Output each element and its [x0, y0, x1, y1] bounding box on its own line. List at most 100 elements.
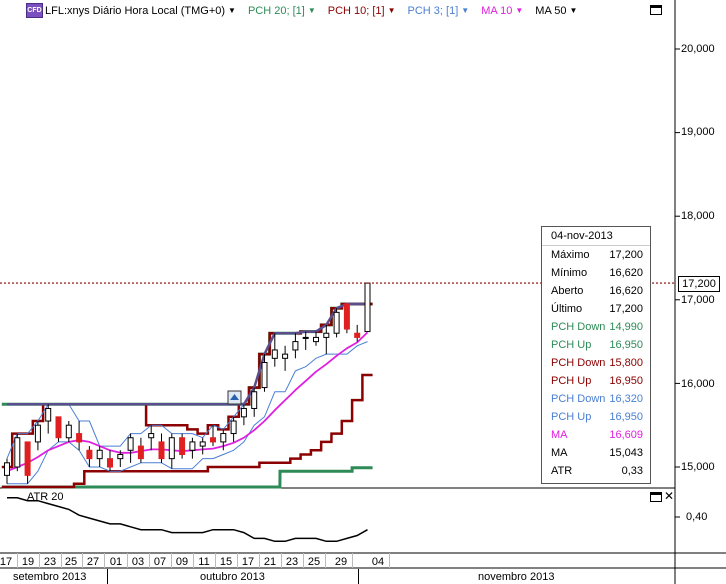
cfd-badge: CFD [26, 3, 43, 18]
candle [65, 424, 72, 439]
price-axis-label: 19,000 [681, 126, 715, 138]
data-window-value: 16,950 [609, 339, 643, 351]
data-window-date-row: 04-nov-2013 [542, 227, 650, 245]
chevron-down-icon: ▼ [307, 6, 316, 15]
day-label: 29 [334, 556, 348, 568]
candle [55, 416, 62, 439]
data-window-value: 0,33 [621, 465, 643, 477]
atr-label[interactable]: ATR 20 [27, 491, 63, 503]
day-label: 25 [64, 556, 78, 568]
data-window-row: PCH Down 15,800 [542, 354, 650, 372]
data-window-value: 16,320 [609, 393, 643, 405]
candle [292, 341, 299, 351]
legend-item-pch20[interactable]: PCH 20; [1] ▼ [248, 5, 316, 17]
data-window-value: 16,950 [609, 375, 643, 387]
candle [220, 433, 227, 443]
day-label: 27 [86, 556, 100, 568]
candle [168, 437, 175, 460]
price-axis-label: 15,000 [681, 461, 715, 473]
day-label: 07 [153, 556, 167, 568]
symbol-title[interactable]: LFL:xnys Diário Hora Local (TMG+0) ▼ [45, 5, 236, 17]
data-window-row: Mínimo 16,620 [542, 264, 650, 282]
legend-item-ma50[interactable]: MA 50 ▼ [535, 5, 577, 17]
candle [45, 407, 52, 422]
month-separator [358, 569, 359, 584]
data-window-value: 14,990 [609, 321, 643, 333]
data-window-value: 17,200 [609, 303, 643, 315]
data-window-row: MA 16,609 [542, 426, 650, 444]
chevron-down-icon: ▼ [569, 6, 578, 15]
maximize-panel-button[interactable] [650, 5, 662, 15]
data-window: 04-nov-2013 Máximo 17,200 Mínimo 16,620 Aber… [541, 226, 651, 484]
day-tick [352, 553, 353, 568]
candle [364, 282, 371, 333]
data-window-key: PCH Down [551, 357, 606, 369]
legend-label: PCH 20; [1] [247, 4, 305, 17]
legend-item-pch3[interactable]: PCH 3; [1] ▼ [408, 5, 470, 17]
data-window-row: PCH Down 16,320 [542, 390, 650, 408]
candle [261, 362, 268, 389]
day-label: 09 [175, 556, 189, 568]
data-window-row: PCH Down 14,990 [542, 318, 650, 336]
data-window-row: Máximo 17,200 [542, 246, 650, 264]
candle [343, 303, 350, 330]
candle [333, 311, 340, 334]
data-window-row: Aberto 16,620 [542, 282, 650, 300]
candle [271, 349, 278, 359]
day-label: 23 [285, 556, 299, 568]
candle [127, 437, 134, 451]
candle [323, 332, 330, 338]
day-label: 23 [43, 556, 57, 568]
month-label: outubro 2013 [200, 571, 265, 583]
price-axis-label: 18,000 [681, 210, 715, 222]
data-window-key: Máximo [551, 249, 590, 261]
legend-label: MA 10 [481, 4, 513, 17]
data-window-value: 16,950 [609, 411, 643, 423]
candle [240, 407, 247, 418]
month-separator [107, 569, 108, 584]
day-label: 17 [241, 556, 255, 568]
day-label: 11 [198, 556, 210, 568]
data-window-key: PCH Up [551, 375, 592, 387]
day-label: 15 [219, 556, 233, 568]
candle [148, 433, 155, 439]
candle [96, 449, 103, 460]
data-window-key: PCH Up [551, 339, 592, 351]
candle [210, 437, 216, 443]
data-window-key: MA [551, 447, 568, 459]
data-window-key: PCH Down [551, 393, 606, 405]
chart-legend: CFD LFL:xnys Diário Hora Local (TMG+0) ▼… [26, 3, 589, 18]
data-window-key: MA [551, 429, 568, 441]
month-label: setembro 2013 [13, 571, 87, 583]
data-window-key: PCH Up [551, 411, 592, 423]
candle [117, 453, 124, 460]
alert-marker[interactable] [227, 390, 242, 405]
data-window-value: 17,200 [609, 249, 643, 261]
day-tick [389, 553, 390, 568]
data-window-value: 16,609 [609, 429, 643, 441]
data-window-row: ATR 0,33 [542, 462, 650, 480]
candle [86, 449, 93, 460]
close-atr-panel-button[interactable]: ✕ [664, 490, 674, 502]
data-window-key: PCH Down [551, 321, 606, 333]
legend-item-ma10[interactable]: MA 10 ▼ [481, 5, 523, 17]
day-label: 17 [0, 556, 13, 568]
data-window-key: Aberto [551, 285, 584, 297]
data-window-row: MA 15,043 [542, 444, 650, 462]
price-axis-label: 17,000 [681, 294, 715, 306]
candle [354, 332, 361, 338]
price-axis-label: 20,000 [681, 43, 715, 55]
candle [282, 353, 289, 359]
candle [313, 336, 319, 343]
data-window-value: 15,043 [609, 447, 643, 459]
candle [24, 441, 31, 476]
legend-label: MA 50 [535, 4, 567, 17]
candle [179, 437, 186, 455]
maximize-atr-panel-button[interactable] [650, 492, 662, 502]
candle [251, 391, 258, 409]
data-window-row: PCH Up 16,950 [542, 372, 650, 390]
day-tick [325, 553, 326, 568]
legend-item-pch10[interactable]: PCH 10; [1] ▼ [328, 5, 396, 17]
legend-label: PCH 3; [1] [407, 4, 459, 17]
atr-axis-label: 0,40 [686, 511, 708, 523]
